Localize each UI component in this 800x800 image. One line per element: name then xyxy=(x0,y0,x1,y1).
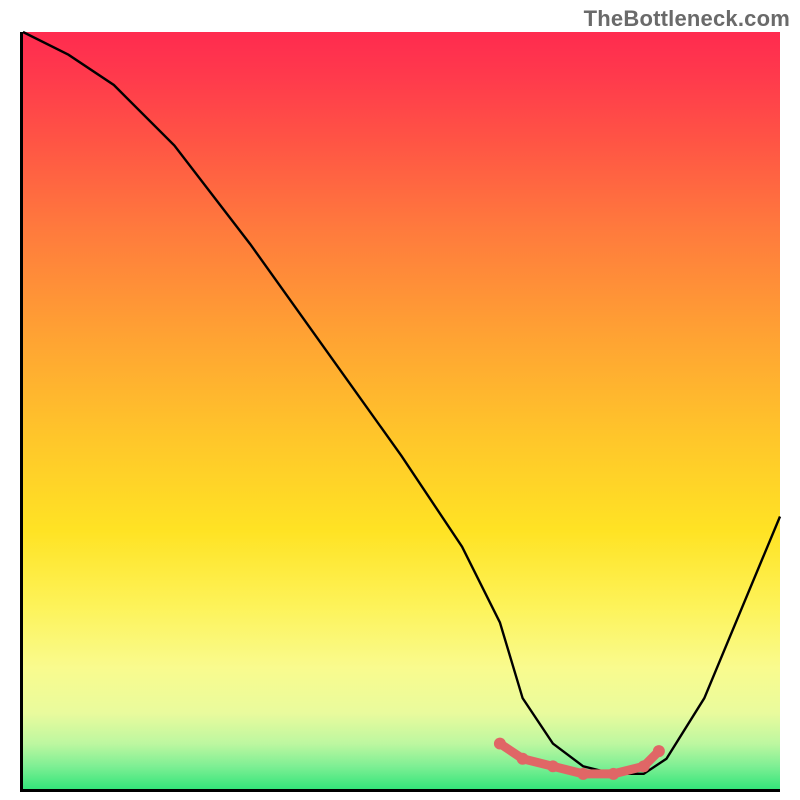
optimal-band-dot xyxy=(577,768,589,780)
optimal-band-dot xyxy=(653,745,665,757)
chart-svg xyxy=(23,32,780,789)
optimal-band-dot xyxy=(517,753,529,765)
plot-area xyxy=(20,32,780,792)
watermark-text: TheBottleneck.com xyxy=(584,6,790,32)
bottleneck-curve-path xyxy=(23,32,780,774)
optimal-band-dot xyxy=(638,760,650,772)
optimal-band-dot xyxy=(607,768,619,780)
chart-container: TheBottleneck.com xyxy=(0,0,800,800)
optimal-band-dot xyxy=(547,760,559,772)
optimal-band-dot xyxy=(494,738,506,750)
